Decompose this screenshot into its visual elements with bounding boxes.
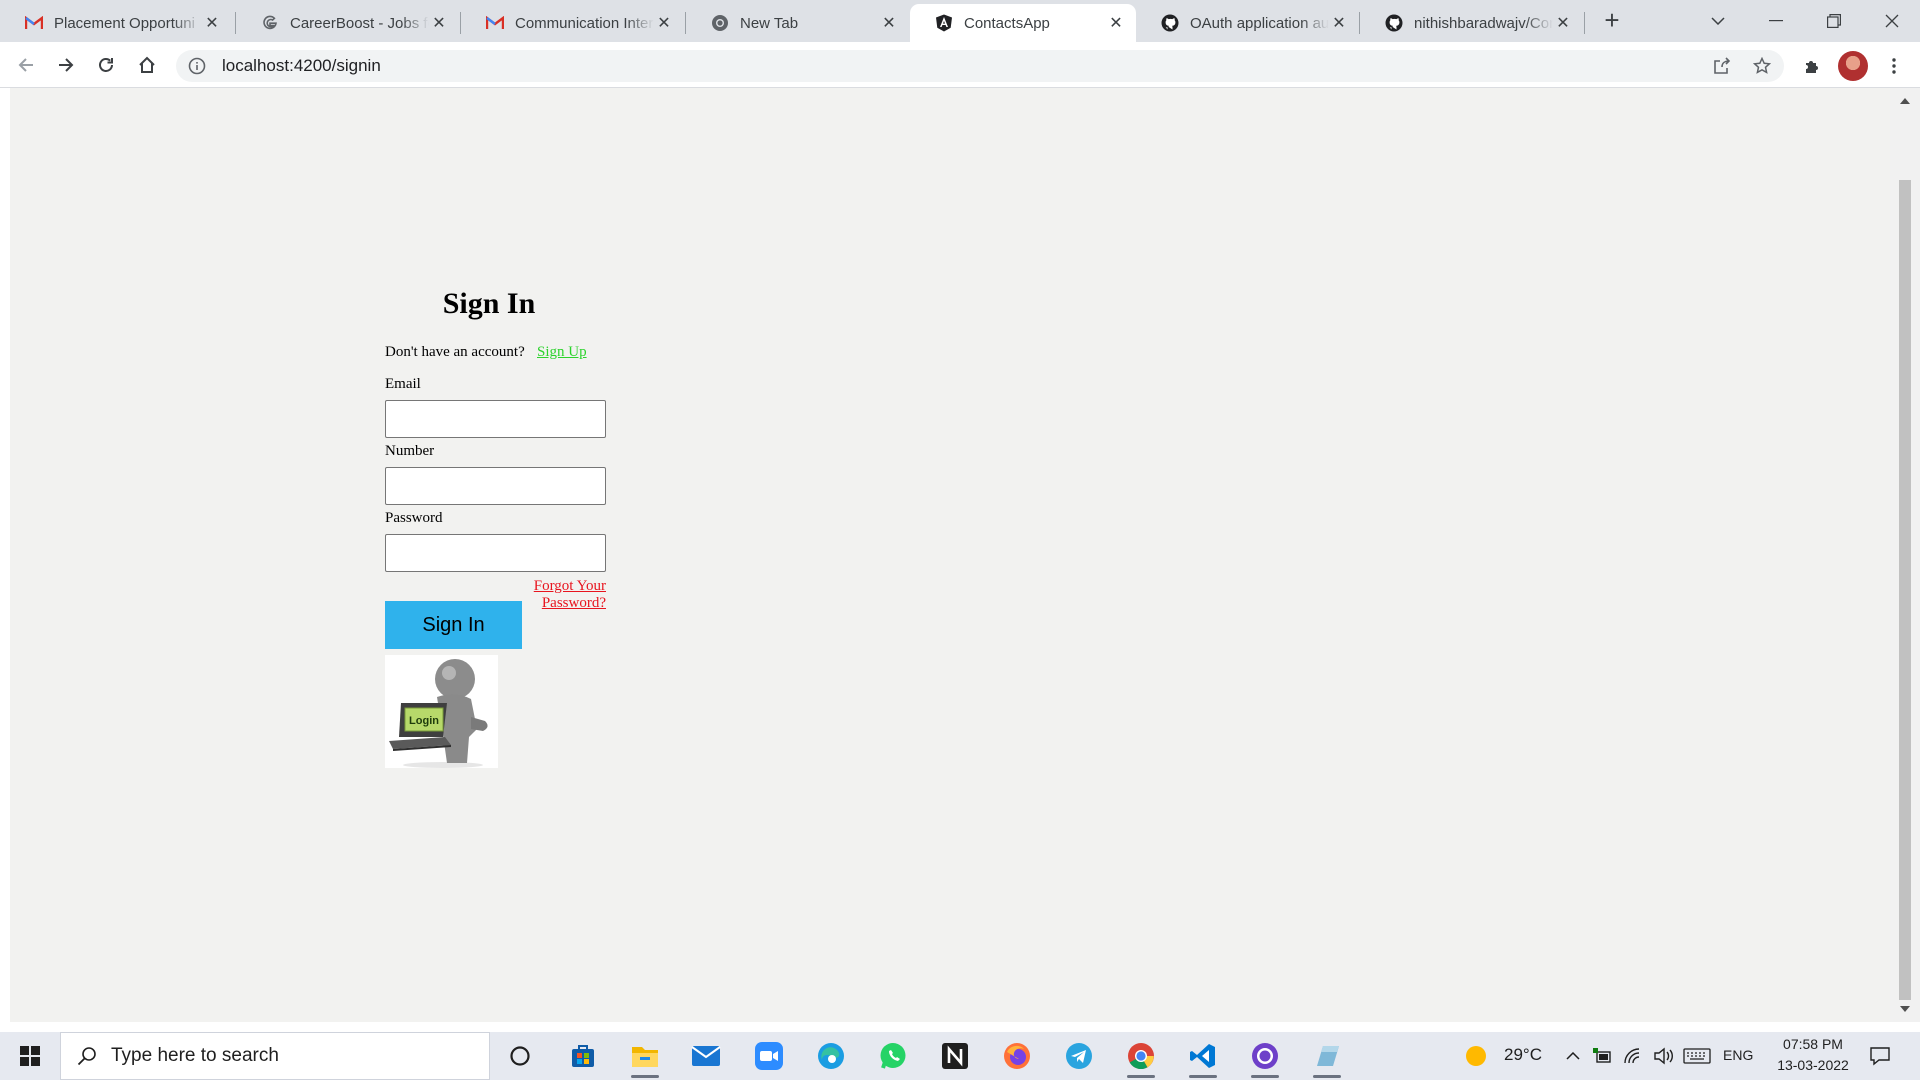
gmail-icon	[485, 13, 505, 33]
tab-title: Placement Opportuni	[54, 14, 195, 32]
page-title: Sign In	[442, 287, 536, 320]
google-icon	[260, 13, 280, 33]
weather-temperature[interactable]: 29°C	[1504, 1045, 1542, 1065]
scrollbar-thumb[interactable]	[1899, 180, 1911, 1000]
reload-icon[interactable]	[90, 49, 122, 81]
tab-close-icon[interactable]: ✕	[654, 13, 674, 33]
github-icon	[1160, 13, 1180, 33]
tab-title: ContactsApp	[964, 14, 1050, 32]
chrome-taskbar-icon[interactable]	[1117, 1032, 1165, 1080]
browser-tab-oauth[interactable]: OAuth application au ✕	[1136, 4, 1359, 42]
tab-close-icon[interactable]: ✕	[1106, 13, 1126, 33]
page-scrollbar[interactable]	[1890, 88, 1920, 1022]
share-icon[interactable]	[1710, 54, 1734, 78]
sign-up-link[interactable]: Sign Up	[537, 344, 587, 361]
tab-close-icon[interactable]: ✕	[879, 13, 899, 33]
wifi-icon[interactable]	[1618, 1032, 1648, 1080]
tab-close-icon[interactable]: ✕	[1553, 13, 1573, 33]
file-explorer-icon[interactable]	[621, 1032, 669, 1080]
browser-tab-strip: Placement Opportuni ✕ CareerBoost - Jobs…	[0, 0, 1920, 42]
minimize-icon[interactable]	[1748, 0, 1804, 42]
close-window-icon[interactable]	[1864, 0, 1920, 42]
windows-taskbar: Type here to search 29°C ENG 07:58 PM 13…	[0, 1032, 1920, 1080]
tab-separator	[1584, 12, 1585, 34]
password-field[interactable]	[385, 534, 606, 572]
angular-icon	[934, 13, 954, 33]
number-label: Number	[385, 443, 435, 459]
tab-close-icon[interactable]: ✕	[429, 13, 449, 33]
tab-close-icon[interactable]: ✕	[202, 13, 222, 33]
zoom-icon[interactable]	[745, 1032, 793, 1080]
app-window-icon[interactable]	[1303, 1032, 1351, 1080]
browser-tab-contactsapp[interactable]: ContactsApp ✕	[910, 4, 1136, 42]
notion-icon[interactable]	[931, 1032, 979, 1080]
email-label: Email	[385, 376, 421, 392]
address-url: localhost:4200/signin	[222, 56, 381, 75]
browser-tab-placement[interactable]: Placement Opportuni ✕	[0, 4, 232, 42]
new-tab-button[interactable]: +	[1598, 5, 1626, 35]
cortana-icon[interactable]	[496, 1032, 544, 1080]
tab-title: CareerBoost - Jobs fo	[290, 14, 429, 32]
browser-tab-communication[interactable]: Communication Inter ✕	[461, 4, 684, 42]
github-desktop-icon[interactable]	[1241, 1032, 1289, 1080]
password-label: Password	[385, 510, 443, 526]
firefox-icon[interactable]	[993, 1032, 1041, 1080]
site-info-icon[interactable]	[186, 55, 208, 77]
search-icon	[77, 1046, 97, 1066]
tab-close-icon[interactable]: ✕	[1329, 13, 1349, 33]
sign-in-button[interactable]: Sign In	[385, 601, 522, 649]
taskbar-search-input[interactable]: Type here to search	[60, 1032, 490, 1080]
page-viewport	[10, 88, 1890, 1022]
weather-sun-icon[interactable]	[1456, 1032, 1496, 1080]
battery-icon[interactable]	[1588, 1032, 1618, 1080]
mail-icon[interactable]	[682, 1032, 730, 1080]
scroll-up-arrow-icon[interactable]	[1900, 98, 1910, 104]
tab-title: New Tab	[740, 14, 799, 32]
email-field[interactable]	[385, 400, 606, 438]
profile-avatar[interactable]	[1838, 51, 1868, 81]
keyboard-icon[interactable]	[1680, 1032, 1714, 1080]
volume-icon[interactable]	[1648, 1032, 1678, 1080]
login-illustration: Login	[385, 655, 498, 768]
microsoft-store-icon[interactable]	[559, 1032, 607, 1080]
number-field[interactable]	[385, 467, 606, 505]
tray-chevron-up-icon[interactable]	[1560, 1032, 1586, 1080]
tab-title: Communication Inter	[515, 14, 654, 32]
windows-start-icon[interactable]	[6, 1032, 54, 1080]
gmail-icon	[24, 13, 44, 33]
bookmark-star-icon[interactable]	[1750, 54, 1774, 78]
browser-tab-new-tab[interactable]: New Tab ✕	[686, 4, 909, 42]
address-bar[interactable]: localhost:4200/signin	[176, 50, 1784, 82]
restore-icon[interactable]	[1806, 0, 1862, 42]
back-arrow-icon[interactable]	[10, 49, 42, 81]
login-image-text: Login	[409, 715, 439, 727]
chrome-icon	[710, 13, 730, 33]
telegram-icon[interactable]	[1055, 1032, 1103, 1080]
scroll-down-arrow-icon[interactable]	[1900, 1006, 1910, 1012]
notifications-icon[interactable]	[1860, 1032, 1900, 1080]
home-icon[interactable]	[131, 49, 163, 81]
browser-menu-icon[interactable]	[1879, 51, 1909, 81]
tab-title: nithishbaradwajv/Con	[1414, 14, 1553, 32]
tab-title: OAuth application au	[1190, 14, 1329, 32]
input-language[interactable]: ENG	[1723, 1047, 1753, 1063]
tab-search-chevron-icon[interactable]	[1690, 0, 1746, 42]
whatsapp-icon[interactable]	[869, 1032, 917, 1080]
github-icon	[1384, 13, 1404, 33]
extensions-puzzle-icon[interactable]	[1797, 51, 1827, 81]
browser-tab-github-repo[interactable]: nithishbaradwajv/Con ✕	[1360, 4, 1583, 42]
clock-time[interactable]: 07:58 PM	[1776, 1036, 1850, 1052]
no-account-text: Don't have an account?	[385, 344, 525, 360]
vscode-icon[interactable]	[1179, 1032, 1227, 1080]
search-placeholder: Type here to search	[111, 1045, 279, 1066]
clock-date[interactable]: 13-03-2022	[1768, 1057, 1858, 1073]
browser-toolbar: localhost:4200/signin	[0, 42, 1920, 88]
edge-browser-icon[interactable]	[807, 1032, 855, 1080]
forward-arrow-icon[interactable]	[50, 49, 82, 81]
browser-tab-careerboost[interactable]: CareerBoost - Jobs fo ✕	[236, 4, 459, 42]
